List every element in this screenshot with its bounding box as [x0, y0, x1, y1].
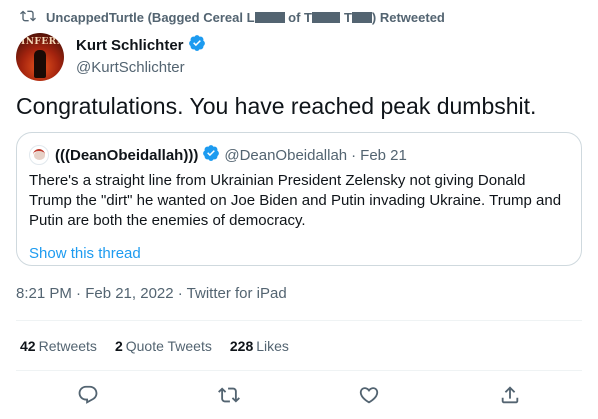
- divider: [16, 370, 582, 371]
- redaction-block: [311, 12, 340, 23]
- retweet-header: UncappedTurtle (Bagged Cereal L of T T) R…: [20, 8, 445, 27]
- quoted-tweet-text: There's a straight line from Ukrainian P…: [29, 172, 562, 229]
- retweets-stat[interactable]: 42 Retweets: [20, 338, 97, 354]
- avatar-figure: [34, 50, 46, 78]
- tweet-page: UncappedTurtle (Bagged Cereal L of T T) R…: [0, 0, 598, 419]
- redaction-block: [254, 12, 285, 23]
- redaction-block: [351, 12, 372, 23]
- quoted-separator: ·: [351, 146, 357, 164]
- action-bar: [0, 384, 598, 408]
- likes-stat[interactable]: 228 Likes: [230, 338, 289, 354]
- tweet-timestamp[interactable]: 8:21 PM · Feb 21, 2022 · Twitter for iPa…: [16, 285, 287, 302]
- author-avatar[interactable]: INFERNO: [16, 33, 64, 81]
- quoted-author-avatar: [29, 145, 49, 165]
- engagement-stats: 42 Retweets 2 Quote Tweets 228 Likes: [20, 338, 289, 354]
- retweeter-name-part: of T: [284, 10, 312, 25]
- author-block: Kurt Schlichter @KurtSchlichter: [76, 34, 206, 76]
- retweet-icon: [20, 8, 36, 27]
- like-icon[interactable]: [358, 384, 380, 406]
- retweeter-text[interactable]: UncappedTurtle (Bagged Cereal L of T T) R…: [46, 10, 445, 25]
- quoted-tweet-header: (((DeanObeidallah))) @DeanObeidallah · F…: [29, 145, 569, 165]
- show-thread-link[interactable]: Show this thread: [29, 245, 569, 262]
- quoted-tweet-card[interactable]: (((DeanObeidallah))) @DeanObeidallah · F…: [16, 132, 582, 266]
- author-name[interactable]: Kurt Schlichter: [76, 37, 184, 54]
- tweet-text: Congratulations. You have reached peak d…: [16, 93, 537, 119]
- share-icon[interactable]: [499, 384, 521, 406]
- quoted-author-name: (((DeanObeidallah))): [55, 146, 199, 164]
- quote-tweets-stat[interactable]: 2 Quote Tweets: [115, 338, 212, 354]
- retweeter-name-part: UncappedTurtle (Bagged Cereal L: [46, 10, 255, 25]
- divider: [16, 320, 582, 321]
- author-handle[interactable]: @KurtSchlichter: [76, 59, 206, 76]
- quoted-author-handle: @DeanObeidallah: [224, 146, 348, 164]
- retweeter-name-part: ) Retweeted: [371, 10, 445, 25]
- avatar-logo-text: INFERNO: [21, 37, 64, 47]
- verified-badge-icon: [202, 144, 220, 166]
- verified-badge-icon: [188, 34, 206, 56]
- retweet-icon[interactable]: [218, 384, 240, 406]
- quoted-date: Feb 21: [360, 146, 407, 164]
- reply-icon[interactable]: [77, 384, 99, 406]
